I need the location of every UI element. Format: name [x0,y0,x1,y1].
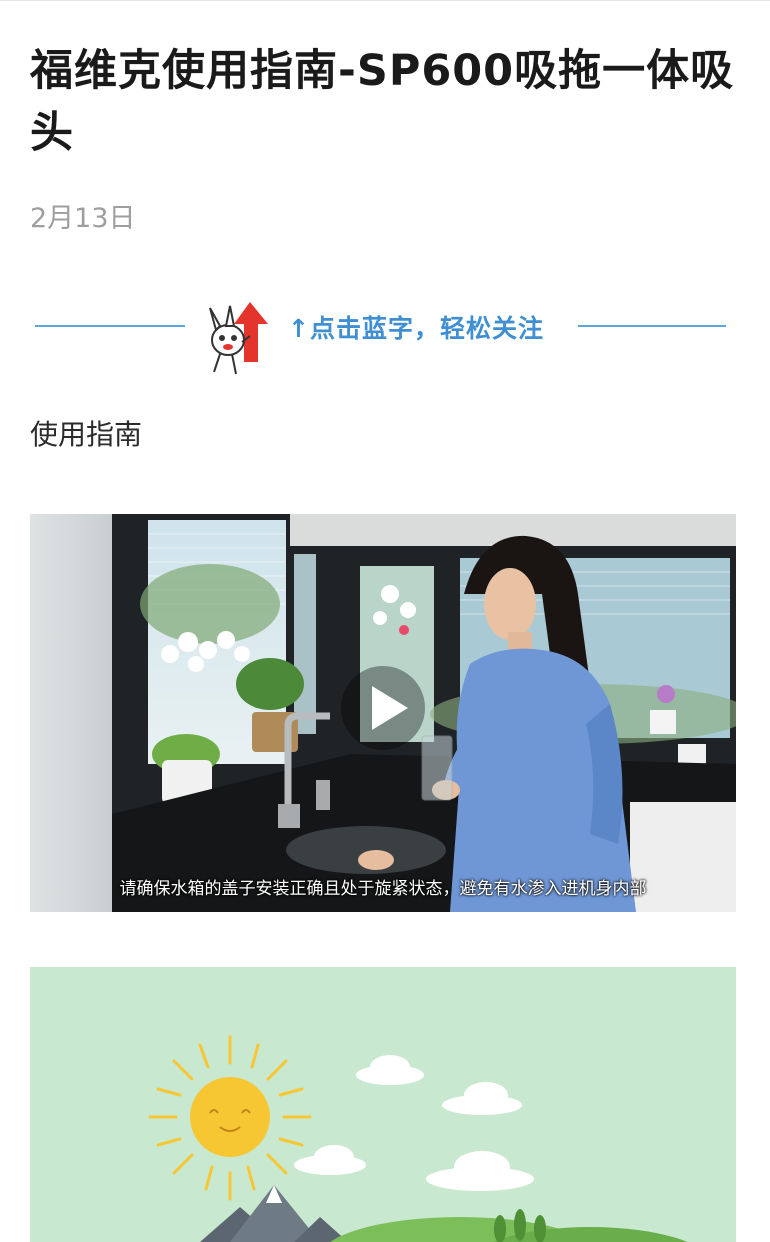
video-player[interactable]: 请确保水箱的盖子安装正确且处于旋紧状态，避免有水渗入进机身内部 [30,514,736,912]
play-icon [372,686,408,730]
article-title: 福维克使用指南-SP600吸拖一体吸头 [30,46,735,158]
top-divider [0,0,770,1]
article-date: 2月13日 [30,203,136,234]
follow-line-right [578,325,726,327]
follow-banner[interactable]: ↑点击蓝字，轻松关注 [30,290,730,380]
play-button[interactable] [341,666,425,750]
rabbit-arrow-mascot-icon [206,296,276,380]
follow-text[interactable]: ↑点击蓝字，轻松关注 [288,309,544,345]
section-heading: 使用指南 [30,418,143,451]
video-caption: 请确保水箱的盖子安装正确且处于旋紧状态，避免有水渗入进机身内部 [119,879,647,899]
follow-line-left [35,325,185,327]
cartoon-illustration [30,967,736,1242]
